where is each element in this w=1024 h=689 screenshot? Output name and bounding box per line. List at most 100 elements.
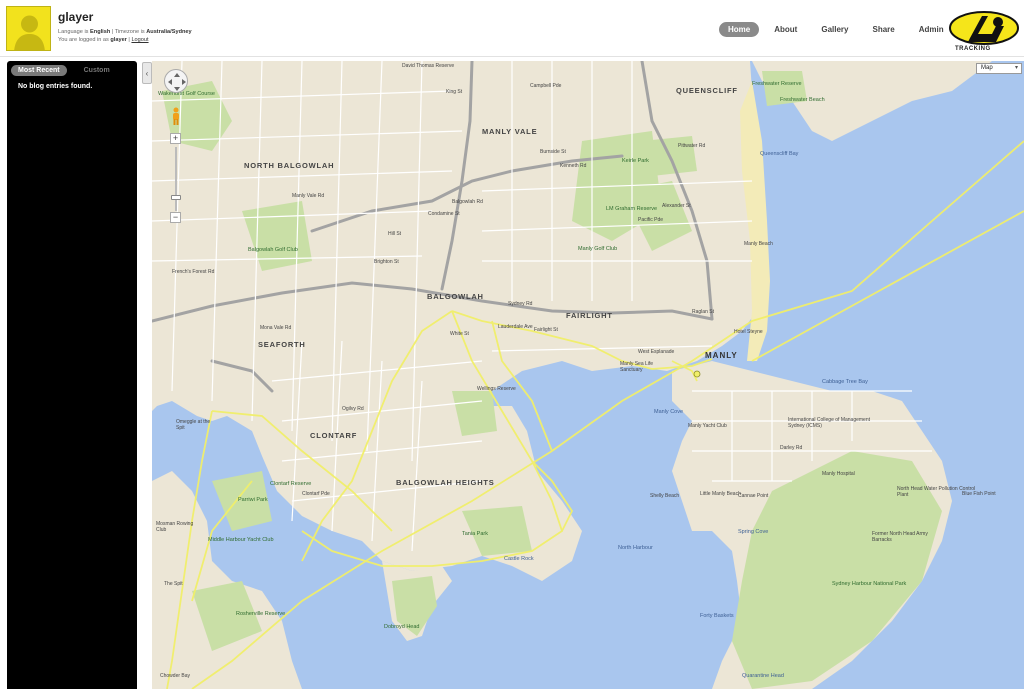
map-water-forty-baskets: Forty Baskets [700,613,734,619]
map-canvas[interactable] [152,61,1024,689]
map-poi-icms: International College of Management Sydn… [788,417,870,429]
map-park-sydney-harbour-np: Sydney Harbour National Park [832,581,907,587]
map-park-rosherville: Rosherville Reserve [236,611,286,617]
map-park-middle-harbour-yacht: Middle Harbour Yacht Club [208,537,274,543]
pan-control[interactable] [164,69,188,93]
zoom-in-button[interactable]: + [170,133,181,144]
sidebar-collapse-button[interactable]: ‹ [142,62,152,84]
map-label-fairlight: FAIRLIGHT [566,311,613,320]
map-poi-the-spit: The Spit [164,581,183,587]
map-road-white: White St [450,331,469,337]
map-view[interactable]: MANLY VALE NORTH BALGOWLAH BALGOWLAH SEA… [152,61,1024,689]
language-value: English [90,29,111,35]
map-park-parriwi: Parriwi Park [238,497,268,503]
pan-arrows-icon [168,73,186,91]
empty-blog-message: No blog entries found. [18,83,93,90]
map-road-alexander: Alexander St [662,203,691,209]
brand-logo-text: TRACKING [955,46,991,52]
map-poi-mosman-rowing: Mosman Rowing Club [156,521,194,533]
map-road-pacific: Pacific Pde [638,217,664,223]
map-label-clontarf: CLONTARF [310,431,358,440]
map-park-tania: Tania Park [462,531,488,537]
tab-most-recent[interactable]: Most Recent [11,65,67,76]
chevron-down-icon: ▾ [1014,65,1018,71]
map-poi-little-manly: Little Manly Beach [700,491,741,497]
account-info-line: Language is English | Timezone is Austra… [58,29,192,35]
map-road-balgowlah: Balgowlah Rd [452,199,483,205]
map-poi-sea-life: Manly Sea Life Sanctuary [620,361,654,373]
map-park-freshwater-reserve: Freshwater Reserve [752,81,802,87]
map-road-brighton: Brighton St [374,259,399,265]
map-label-balgowlah-heights: BALGOWLAH HEIGHTS [396,478,495,487]
map-road-raglan: Raglan St [692,309,714,315]
map-park-manly-golf: Manly Golf Club [578,246,618,252]
map-label-wellings: Wellings Reserve [477,386,516,392]
map-park-balgowlah-golf: Balgowlah Golf Club [248,247,298,253]
map-road-darley: Darley Rd [780,445,803,451]
map-label-balgowlah: BALGOWLAH [427,292,484,301]
map-poi-hotel-steyne: Hotel Steyne [734,329,763,335]
map-road-clontarf: Clontarf Pde [302,491,330,497]
zoom-slider-handle[interactable] [171,195,181,200]
user-avatar[interactable] [6,6,51,51]
map-road-manly-vale: Manly Vale Rd [292,193,325,199]
map-label-manly-vale: MANLY VALE [482,127,538,136]
map-road-hill: Hill St [388,231,402,237]
map-road-condamine: Condamine St [428,211,460,217]
map-road-king-st: King St [446,89,463,95]
map-poi-chowder-bay: Chowder Bay [160,673,191,679]
map-label-manly-beach: Manly Beach [744,241,773,247]
street-view-pegman-icon[interactable] [171,107,181,125]
map-type-select[interactable]: Map ▾ [976,63,1022,74]
top-header: glayer Language is English | Timezone is… [0,0,1024,57]
map-park-freshwater-beach: Freshwater Beach [780,97,825,103]
map-park-clontarf-reserve: Clontarf Reserve [270,481,312,487]
map-road-fairlight: Fairlight St [534,327,558,333]
map-park-dobroyd-head: Dobroyd Head [384,624,420,630]
map-road-david-thomas: David Thomas Reserve [402,63,455,69]
zoom-slider-track[interactable] [175,147,177,211]
map-poi-manly-yacht-club: Manly Yacht Club [688,423,727,429]
map-road-west-esplanade: West Esplanade [638,349,675,355]
map-label-manly: MANLY [705,351,738,360]
tab-custom[interactable]: Custom [77,65,117,76]
logout-link[interactable]: Logout [131,37,148,43]
nav-share[interactable]: Share [863,22,903,37]
map-road-burnside: Burnside St [540,149,566,155]
map-road-mona-vale: Mona Vale Rd [260,325,292,331]
avatar-person-icon [7,7,50,50]
map-park-lm-graham: LM Graham Reserve [606,206,658,212]
map-road-campbell: Campbell Pde [530,83,562,89]
zoom-out-button[interactable]: − [170,212,181,223]
map-water-cabbage-tree-bay: Cabbage Tree Bay [822,379,868,385]
blog-sidebar: Most Recent Custom No blog entries found… [7,61,137,689]
map-label-queenscliff: QUEENSCLIFF [676,86,738,95]
map-water-castle-rock: Castle Rock [504,556,534,562]
nav-home[interactable]: Home [719,22,760,37]
nav-admin[interactable]: Admin [910,22,953,37]
map-water-quarantine-head: Quarantine Head [742,673,784,679]
map-park-keirle: Keirle Park [622,158,649,164]
map-water-manly-cove: Manly Cove [654,409,684,415]
login-status-line: You are logged in as glayer | Logout [58,37,149,43]
track-point-marker[interactable] [693,370,701,378]
nav-about[interactable]: About [765,22,806,37]
map-water-spring-cove: Spring Cove [738,529,769,535]
sidebar-tabs: Most Recent Custom [7,61,137,76]
username[interactable]: glayer [58,10,93,24]
map-label-army-barracks: Former North Head Army Barracks [872,531,928,543]
nav-gallery[interactable]: Gallery [812,22,857,37]
map-road-sydney: Sydney Rd [508,301,533,307]
map-road-pittwater: Pittwater Rd [678,143,706,149]
map-poi-omeggle: Omeggle at the Spit [176,419,211,431]
map-label-manly-hospital: Manly Hospital [822,471,855,477]
map-road-ogilvy: Ogilvy Rd [342,406,364,412]
map-label-seaforth: SEAFORTH [258,340,306,349]
map-water-north-harbour: North Harbour [618,545,653,551]
map-label-north-balgowlah: NORTH BALGOWLAH [244,161,335,170]
map-poi-cannae-point: Cannae Point [738,493,769,499]
map-road-kenneth: Kenneth Rd [560,163,587,169]
chevron-left-icon: ‹ [145,68,149,78]
map-label-north-head-plant: North Head Water Pollution Control Plant [897,486,976,498]
map-water-queenscliff-bay: Queenscliff Bay [760,151,799,157]
